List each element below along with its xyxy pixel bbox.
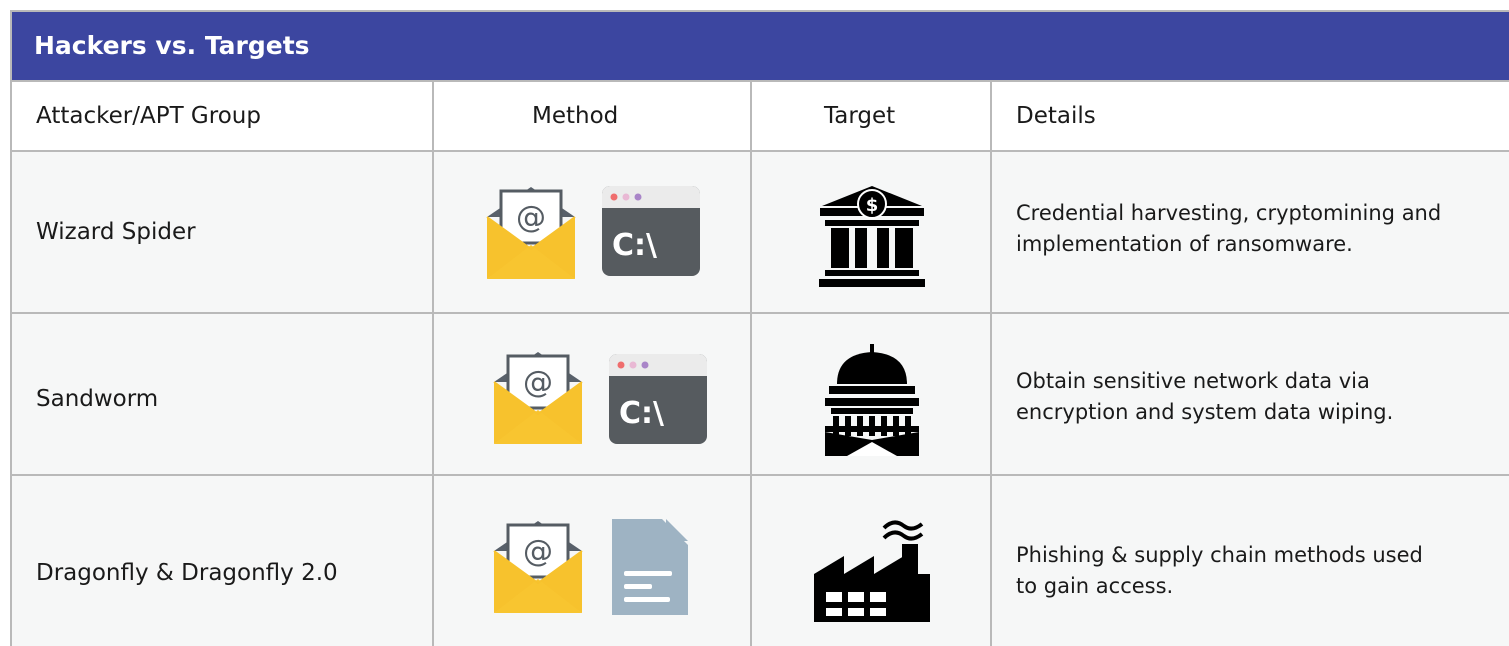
column-divider xyxy=(990,476,992,646)
email-at-symbol: @ xyxy=(523,534,553,569)
email-icon: @ xyxy=(493,521,583,613)
column-header-attacker: Attacker/APT Group xyxy=(36,103,261,129)
header-row: Attacker/APT Group Method Target Details xyxy=(12,82,1509,152)
factory-icon xyxy=(814,520,930,622)
table-row: Wizard Spider @ C:\ $ Credential harvest… xyxy=(12,152,1509,314)
column-divider xyxy=(990,152,992,312)
bank-dollar-symbol: $ xyxy=(866,195,879,216)
details-line: Phishing & supply chain methods used xyxy=(1016,543,1423,567)
column-divider xyxy=(750,314,752,474)
details-line: to gain access. xyxy=(1016,574,1174,598)
bank-icon: $ xyxy=(819,186,925,287)
column-divider xyxy=(750,476,752,646)
email-at-symbol: @ xyxy=(516,200,546,235)
table-row: Sandworm @ C:\ Obtain sensitive network … xyxy=(12,314,1509,476)
column-divider xyxy=(432,314,434,474)
column-divider xyxy=(750,82,752,150)
table-title-bar: Hackers vs. Targets xyxy=(12,12,1509,82)
details-line: implementation of ransomware. xyxy=(1016,232,1353,256)
attacker-name: Sandworm xyxy=(36,386,159,412)
details-line: Credential harvesting, cryptomining and xyxy=(1016,201,1442,225)
column-header-method: Method xyxy=(532,103,619,129)
terminal-icon: C:\ xyxy=(609,354,707,444)
column-divider xyxy=(990,314,992,474)
column-header-target: Target xyxy=(824,103,896,129)
hackers-vs-targets-table: Hackers vs. Targets Attacker/APT Group M… xyxy=(10,10,1509,646)
column-divider xyxy=(432,476,434,646)
email-at-symbol: @ xyxy=(523,365,553,400)
terminal-icon: C:\ xyxy=(602,186,700,276)
email-icon: @ xyxy=(486,187,576,279)
details-line: Obtain sensitive network data via xyxy=(1016,369,1370,393)
table-title: Hackers vs. Targets xyxy=(34,31,310,60)
table-row: Dragonfly & Dragonfly 2.0 @ Phishing & s… xyxy=(12,476,1509,646)
document-icon xyxy=(612,519,688,615)
email-icon: @ xyxy=(493,352,583,444)
column-header-details: Details xyxy=(1016,103,1096,129)
government-building-icon xyxy=(825,344,919,456)
column-divider xyxy=(432,152,434,312)
column-divider xyxy=(990,82,992,150)
attacker-name: Dragonfly & Dragonfly 2.0 xyxy=(36,560,338,586)
terminal-prompt: C:\ xyxy=(612,228,657,263)
details-line: encryption and system data wiping. xyxy=(1016,400,1394,424)
attacker-name: Wizard Spider xyxy=(36,219,196,245)
column-divider xyxy=(750,152,752,312)
column-divider xyxy=(432,82,434,150)
terminal-prompt: C:\ xyxy=(619,396,664,431)
